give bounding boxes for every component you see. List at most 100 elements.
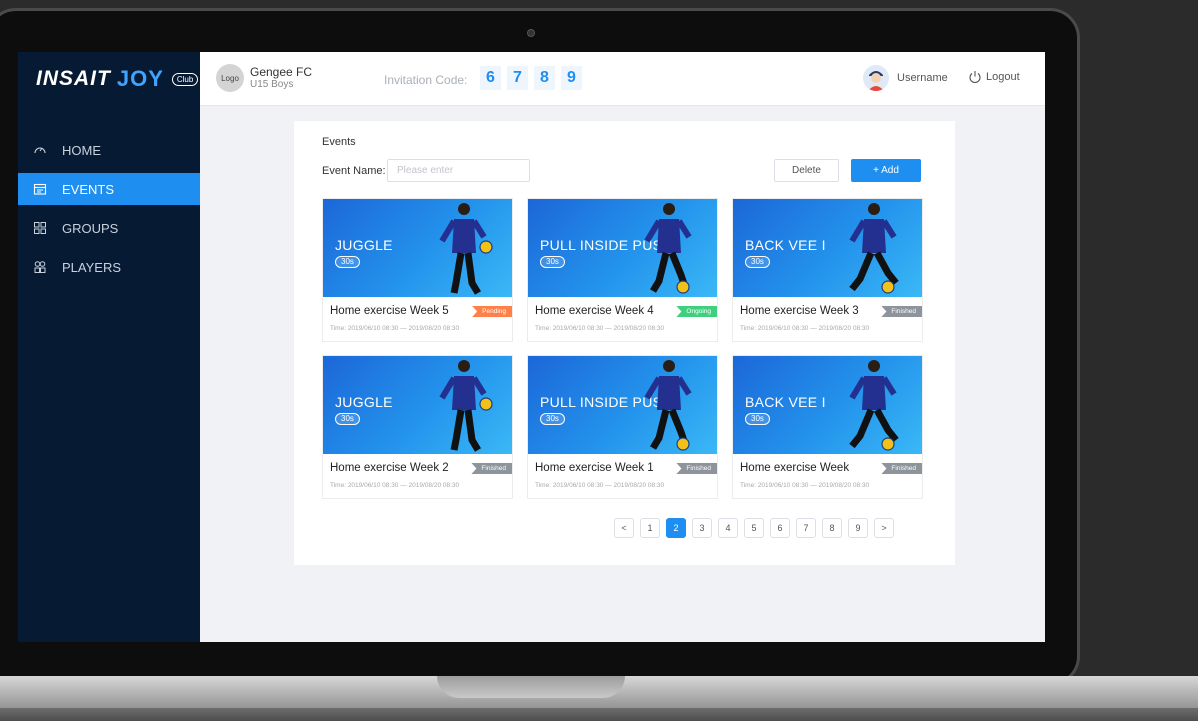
event-time: Time: 2019/06/10 08:30 — 2019/08/20 08:3… — [330, 482, 460, 489]
invitation-digit: 9 — [561, 66, 582, 90]
team-name: U15 Boys — [250, 79, 294, 90]
event-card[interactable]: JUGGLE 30s Home exercise Week 2 Finished Tim… — [322, 355, 513, 499]
event-name: Home exercise Week 4 — [535, 305, 654, 317]
page-1-button[interactable]: 1 — [640, 518, 660, 538]
grid-icon — [32, 220, 48, 236]
status-badge: Finished — [676, 463, 717, 474]
camera-icon — [527, 29, 535, 37]
event-thumbnail[interactable]: PULL INSIDE PUSH 30s — [528, 356, 717, 454]
event-time: Time: 2019/06/10 08:30 — 2019/08/20 08:3… — [535, 325, 665, 332]
page-9-button[interactable]: 9 — [848, 518, 868, 538]
gauge-icon — [32, 142, 48, 158]
page-7-button[interactable]: 7 — [796, 518, 816, 538]
next-page-button[interactable]: > — [874, 518, 894, 538]
sidebar-item-groups[interactable]: GROUPS — [18, 212, 200, 244]
event-card[interactable]: BACK VEE I 30s Home exercise Week Finished T… — [732, 355, 923, 499]
brand-main-text: INSAIT — [36, 67, 111, 90]
page-2-button[interactable]: 2 — [666, 518, 686, 538]
club-name: Gengee FC — [250, 65, 313, 79]
status-badge: Finished — [881, 463, 922, 474]
event-time: Time: 2019/06/10 08:30 — 2019/08/20 08:3… — [740, 325, 870, 332]
event-card[interactable]: PULL INSIDE PUSH 30s Home exercise Week 4 O… — [527, 198, 718, 342]
event-time: Time: 2019/06/10 08:30 — 2019/08/20 08:3… — [330, 325, 460, 332]
logout-button[interactable]: Logout — [968, 70, 1020, 84]
app-screen: INSAIT JOY Club HOME EVENTS GROUPS PLAYERS … — [18, 52, 1045, 642]
page-4-button[interactable]: 4 — [718, 518, 738, 538]
event-name-input[interactable] — [387, 159, 530, 182]
event-thumbnail[interactable]: JUGGLE 30s — [323, 356, 512, 454]
event-name: Home exercise Week 3 — [740, 305, 859, 317]
calendar-icon — [32, 181, 48, 197]
brand-logo[interactable]: INSAIT JOY Club — [36, 66, 199, 92]
laptop-base-edge — [0, 708, 1198, 721]
event-thumbnail[interactable]: PULL INSIDE PUSH 30s — [528, 199, 717, 297]
event-name: Home exercise Week 5 — [330, 305, 449, 317]
avatar-icon — [863, 65, 889, 91]
player-image — [849, 360, 899, 451]
page-3-button[interactable]: 3 — [692, 518, 712, 538]
brand-club-badge: Club — [171, 72, 199, 86]
power-icon — [969, 71, 981, 84]
sidebar-item-label: HOME — [62, 142, 101, 158]
invitation-digit: 7 — [507, 66, 528, 90]
player-image — [849, 203, 899, 294]
invitation-code-label: Invitation Code: — [384, 73, 468, 87]
invitation-code: 6 7 8 9 — [480, 66, 582, 90]
event-thumbnail[interactable]: BACK VEE I 30s — [733, 356, 922, 454]
page-6-button[interactable]: 6 — [770, 518, 790, 538]
sidebar-nav: HOME EVENTS GROUPS PLAYERS — [18, 134, 200, 290]
add-button[interactable]: + Add — [851, 159, 921, 182]
duration-badge: 30s — [335, 256, 360, 268]
sidebar-item-label: GROUPS — [62, 220, 119, 236]
sidebar-item-events[interactable]: EVENTS — [18, 173, 200, 205]
event-card[interactable]: PULL INSIDE PUSH 30s Home exercise Week 1 F… — [527, 355, 718, 499]
drill-title: JUGGLE — [335, 394, 393, 410]
status-badge: Finished — [881, 306, 922, 317]
player-image — [439, 203, 493, 295]
event-thumbnail[interactable]: BACK VEE I 30s — [733, 199, 922, 297]
sidebar-item-label: EVENTS — [62, 181, 115, 197]
user-avatar[interactable] — [863, 65, 889, 91]
duration-badge: 30s — [745, 256, 770, 268]
page-title: Events — [322, 136, 356, 148]
invitation-digit: 6 — [480, 66, 501, 90]
sidebar-item-players[interactable]: PLAYERS — [18, 251, 200, 283]
status-badge: Pending — [472, 306, 512, 317]
brand-joy-text: JOY — [116, 66, 164, 91]
event-name: Home exercise Week — [740, 462, 850, 474]
page-5-button[interactable]: 5 — [744, 518, 764, 538]
event-time: Time: 2019/06/10 08:30 — 2019/08/20 08:3… — [740, 482, 870, 489]
invitation-digit: 8 — [534, 66, 555, 90]
event-card[interactable]: BACK VEE I 30s Home exercise Week 3 Finishe… — [732, 198, 923, 342]
logout-label: Logout — [986, 71, 1020, 83]
players-icon — [32, 259, 48, 275]
username[interactable]: Username — [897, 72, 948, 84]
laptop-notch — [437, 676, 625, 698]
player-image — [439, 360, 493, 452]
pagination: <1 2 3 4 5 6 7 8 9 > — [614, 518, 894, 538]
drill-title: BACK VEE I — [745, 237, 826, 253]
sidebar-item-label: PLAYERS — [62, 259, 122, 275]
prev-page-button[interactable]: < — [614, 518, 634, 538]
club-logo: Logo — [216, 64, 244, 92]
duration-badge: 30s — [540, 256, 565, 268]
status-badge: Finished — [471, 463, 512, 474]
page-8-button[interactable]: 8 — [822, 518, 842, 538]
player-image — [644, 203, 692, 294]
event-thumbnail[interactable]: JUGGLE 30s — [323, 199, 512, 297]
top-header: Logo Gengee FC U15 Boys Invitation Code:… — [200, 52, 1045, 106]
delete-button[interactable]: Delete — [774, 159, 839, 182]
events-panel: Events Event Name: Delete + Add JUGGLE 30… — [294, 121, 955, 565]
duration-badge: 30s — [540, 413, 565, 425]
status-badge: Ongoing — [676, 306, 717, 317]
event-name: Home exercise Week 1 — [535, 462, 654, 474]
event-name-label: Event Name: — [322, 165, 386, 177]
sidebar: INSAIT JOY Club HOME EVENTS GROUPS PLAYERS — [18, 52, 200, 642]
event-time: Time: 2019/06/10 08:30 — 2019/08/20 08:3… — [535, 482, 665, 489]
sidebar-item-home[interactable]: HOME — [18, 134, 200, 166]
duration-badge: 30s — [745, 413, 770, 425]
drill-title: JUGGLE — [335, 237, 393, 253]
player-image — [644, 360, 692, 451]
event-card[interactable]: JUGGLE 30s Home exercise Week 5 Pending Time… — [322, 198, 513, 342]
duration-badge: 30s — [335, 413, 360, 425]
